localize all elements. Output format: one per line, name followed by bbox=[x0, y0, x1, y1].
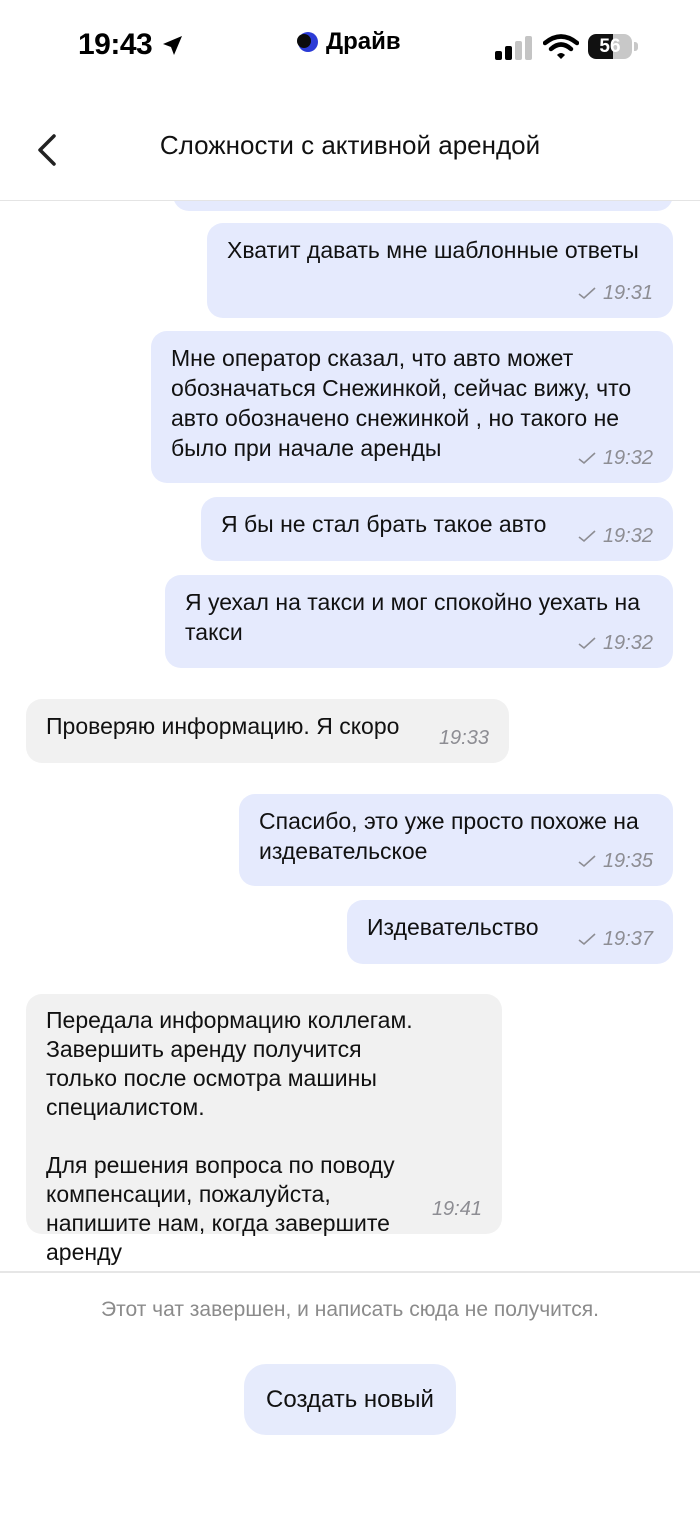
cellular-signal-icon bbox=[495, 36, 532, 60]
message-time: 19:32 bbox=[602, 632, 653, 654]
status-time: 19:43 bbox=[78, 28, 153, 61]
message-time: 19:33 bbox=[438, 727, 489, 749]
chat-closed-notice: Этот чат завершен, и написать сюда не по… bbox=[101, 1298, 599, 1321]
checkmark-icon bbox=[578, 637, 596, 650]
message-time: 19:41 bbox=[431, 1198, 482, 1220]
message-text: Проверяю информацию. Я скоро bbox=[46, 713, 400, 739]
create-new-chat-button[interactable]: Создать новый bbox=[244, 1364, 456, 1435]
app-logo-icon bbox=[297, 32, 318, 52]
checkmark-icon bbox=[578, 287, 596, 300]
checkmark-icon bbox=[578, 855, 596, 868]
message-time: 19:32 bbox=[602, 447, 653, 469]
message-bubble-partial bbox=[173, 201, 673, 211]
checkmark-icon bbox=[578, 452, 596, 465]
checkmark-icon bbox=[578, 530, 596, 543]
message-time: 19:35 bbox=[602, 850, 653, 872]
message-bubble: Мне оператор сказал, что авто может обоз… bbox=[151, 331, 673, 483]
checkmark-icon bbox=[578, 933, 596, 946]
footer-divider bbox=[0, 1271, 700, 1273]
message-time: 19:31 bbox=[602, 282, 653, 304]
location-arrow-icon bbox=[163, 36, 182, 55]
app-indicator[interactable]: Драйв bbox=[296, 28, 401, 56]
message-text: Хватит давать мне шаблонные ответы bbox=[227, 237, 639, 263]
message-bubble: Я бы не стал брать такое авто 19:32 bbox=[201, 497, 673, 561]
message-bubble: Хватит давать мне шаблонные ответы 19:31 bbox=[207, 223, 673, 318]
chat-header: Сложности с активной арендой bbox=[0, 100, 700, 201]
message-time: 19:32 bbox=[602, 525, 653, 547]
battery-level: 56 bbox=[599, 36, 621, 57]
app-name: Драйв bbox=[326, 28, 401, 55]
battery-icon: 56 bbox=[588, 34, 638, 59]
message-bubble: Спасибо, это уже просто похоже на издева… bbox=[239, 794, 673, 886]
message-bubble: Издевательство 19:37 bbox=[347, 900, 673, 964]
message-text: Передала информацию коллегам. Завершить … bbox=[46, 1007, 413, 1265]
message-bubble-incoming: Передала информацию коллегам. Завершить … bbox=[26, 994, 502, 1265]
page-title: Сложности с активной арендой bbox=[159, 130, 541, 160]
wifi-icon bbox=[543, 34, 579, 59]
chat-messages[interactable]: Хватит давать мне шаблонные ответы 19:31… bbox=[0, 201, 700, 1269]
message-bubble-incoming: Проверяю информацию. Я скоро 19:33 bbox=[26, 699, 509, 763]
message-bubble: Я уехал на такси и мог спокойно уехать н… bbox=[165, 575, 673, 668]
status-bar: 19:43 Драйв 56 bbox=[0, 0, 700, 90]
message-time: 19:37 bbox=[602, 928, 653, 950]
